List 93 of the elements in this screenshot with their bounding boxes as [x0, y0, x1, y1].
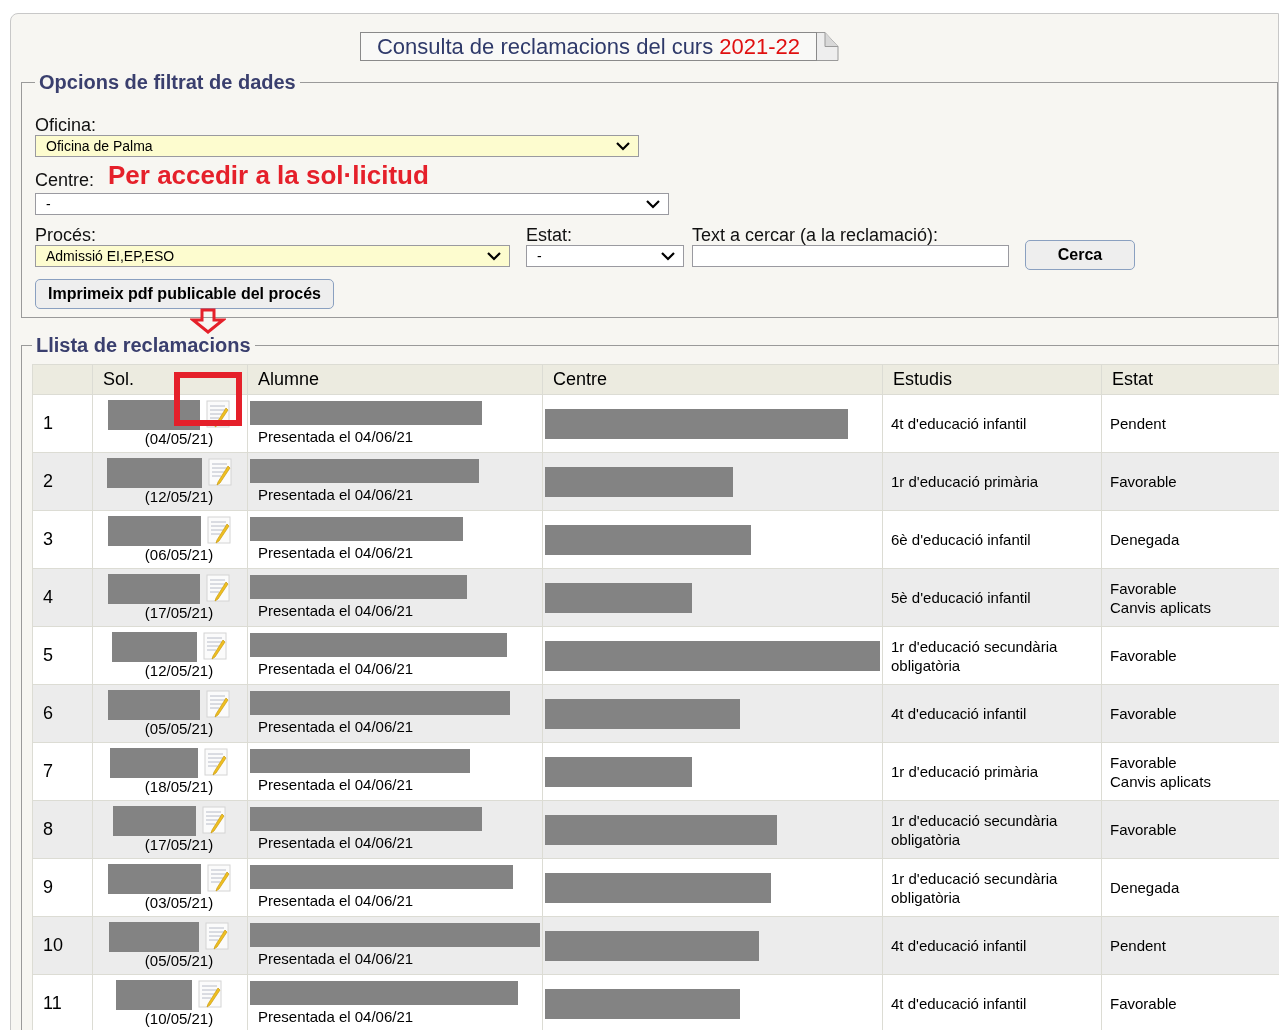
request-date: (12/05/21)	[144, 662, 214, 679]
highlight-rectangle	[174, 372, 242, 426]
submission-status: Presentada el 04/06/21	[257, 600, 415, 621]
table-cell-text: 1r d'educació secundària obligatòria	[891, 868, 1059, 907]
request-date: (10/05/21)	[144, 1010, 214, 1027]
table-cell-text: 1r d'educació primària	[891, 472, 1040, 491]
edit-document-icon[interactable]	[206, 864, 233, 894]
chevron-down-icon	[487, 251, 501, 261]
table-cell-text: 5è d'educació infantil	[891, 588, 1032, 607]
table-cell: 5	[32, 626, 93, 685]
dropdown[interactable]: Admissió EI,EP,ESO	[35, 245, 510, 267]
chevron-down-icon	[661, 251, 675, 261]
request-date: (17/05/21)	[144, 604, 214, 621]
table-cell-text: Pendent	[1110, 936, 1167, 955]
field-label: Text a cercar (a la reclamació):	[692, 225, 940, 245]
table-cell-text: 4t d'educació infantil	[891, 414, 1028, 433]
print-pdf-button[interactable]: Imprimeix pdf publicable del procés	[35, 279, 334, 309]
request-date: (06/05/21)	[144, 546, 214, 563]
search-button[interactable]: Cerca	[1025, 240, 1135, 270]
request-date: (04/05/21)	[144, 430, 214, 447]
request-date: (12/05/21)	[144, 488, 214, 505]
request-date: (05/05/21)	[144, 952, 214, 969]
submission-status: Presentada el 04/06/21	[257, 716, 415, 737]
folded-corner-icon	[817, 32, 840, 61]
submission-status: Presentada el 04/06/21	[257, 484, 415, 505]
table-cell-text: 1r d'educació secundària obligatòria	[891, 636, 1059, 675]
field-label: Centre:	[35, 170, 95, 190]
table-cell: 10	[32, 916, 93, 975]
table-cell-text: Favorable	[1110, 646, 1178, 665]
column-header: Estudis	[882, 364, 1102, 395]
table-cell-text: 4t d'educació infantil	[891, 704, 1028, 723]
column-header: Centre	[542, 364, 883, 395]
submission-status: Presentada el 04/06/21	[257, 890, 415, 911]
request-date: (05/05/21)	[144, 720, 214, 737]
table-cell: 9	[32, 858, 93, 917]
table-cell-text: Favorable	[1110, 820, 1178, 839]
table-cell-text: Favorable	[1110, 994, 1178, 1013]
request-date: (18/05/21)	[144, 778, 214, 795]
table-cell-text: Favorable Canvis aplicats	[1110, 578, 1212, 617]
dropdown[interactable]: -	[35, 193, 669, 215]
edit-document-icon[interactable]	[207, 458, 234, 488]
table-cell-text: Denegada	[1110, 878, 1181, 897]
table-cell-text: Favorable	[1110, 472, 1178, 491]
table-cell-text: 6è d'educació infantil	[891, 530, 1032, 549]
table-cell-text: 1r d'educació secundària obligatòria	[891, 810, 1059, 849]
edit-document-icon[interactable]	[202, 632, 229, 662]
submission-status: Presentada el 04/06/21	[257, 658, 415, 679]
table-cell: 7	[32, 742, 93, 801]
search-field[interactable]	[692, 245, 1009, 267]
chevron-down-icon	[616, 141, 630, 151]
submission-status: Presentada el 04/06/21	[257, 948, 415, 969]
annotation-text: Per accedir a la sol·licitud	[108, 160, 429, 190]
down-arrow-annotation-icon	[190, 308, 226, 334]
table-cell: 1	[32, 394, 93, 453]
edit-document-icon[interactable]	[206, 574, 232, 604]
table-cell-text: 4t d'educació infantil	[891, 936, 1028, 955]
table-cell-text: Denegada	[1110, 530, 1181, 549]
dropdown[interactable]: Oficina de Palma	[35, 135, 639, 157]
table-cell-text: Pendent	[1110, 414, 1167, 433]
table-cell: 6	[32, 684, 93, 743]
column-header: Sol.	[92, 364, 248, 395]
table-cell-text: Favorable Canvis aplicats	[1110, 752, 1212, 791]
column-header: Estat	[1101, 364, 1279, 395]
edit-document-icon[interactable]	[204, 748, 230, 778]
column-header: Alumne	[247, 364, 543, 395]
dropdown[interactable]: -	[526, 245, 684, 267]
submission-status: Presentada el 04/06/21	[257, 426, 415, 447]
submission-status: Presentada el 04/06/21	[257, 832, 415, 853]
submission-status: Presentada el 04/06/21	[257, 774, 415, 795]
section-legend: Llista de reclamacions	[32, 330, 255, 360]
table-cell-text: 4t d'educació infantil	[891, 994, 1028, 1013]
edit-document-icon[interactable]	[206, 516, 233, 546]
submission-status: Presentada el 04/06/21	[257, 542, 415, 563]
edit-document-icon[interactable]	[201, 806, 228, 836]
edit-document-icon[interactable]	[198, 980, 224, 1010]
edit-document-icon[interactable]	[206, 690, 232, 720]
table-cell: 3	[32, 510, 93, 569]
page-title: Consulta de reclamacions del curs 2021-22	[359, 32, 818, 61]
chevron-down-icon	[646, 199, 660, 209]
request-date: (17/05/21)	[144, 836, 214, 853]
table-cell-text: 1r d'educació primària	[891, 762, 1040, 781]
table-cell: 4	[32, 568, 93, 627]
submission-status: Presentada el 04/06/21	[257, 1006, 415, 1027]
edit-document-icon[interactable]	[205, 922, 231, 952]
field-label: Procés:	[35, 225, 98, 245]
table-cell-text: Favorable	[1110, 704, 1178, 723]
request-date: (03/05/21)	[144, 894, 214, 911]
table-cell: 2	[32, 452, 93, 511]
section-legend: Opcions de filtrat de dades	[35, 67, 300, 97]
table-cell: 11	[32, 974, 93, 1030]
field-label: Estat:	[526, 225, 574, 245]
field-label: Oficina:	[35, 115, 98, 135]
table-cell: 8	[32, 800, 93, 859]
